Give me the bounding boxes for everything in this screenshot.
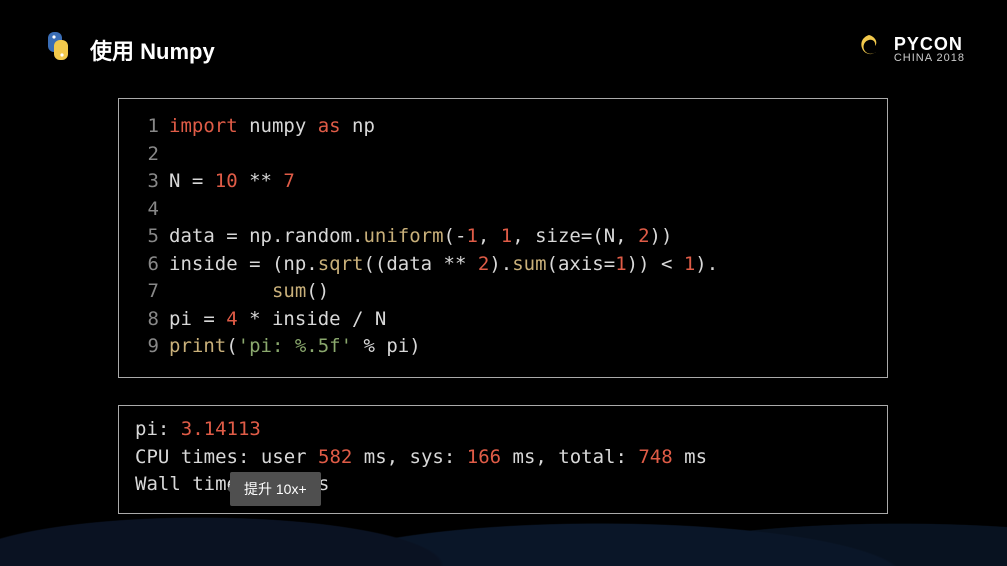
dragon-icon — [854, 32, 884, 67]
brand-sub: CHINA 2018 — [894, 53, 965, 64]
speedup-tooltip: 提升 10x+ — [230, 472, 321, 506]
brand-logo: PYCON CHINA 2018 — [854, 32, 965, 67]
slide-header: 使用 Numpy PYCON CHINA 2018 — [42, 30, 965, 69]
slide-title: 使用 Numpy — [90, 34, 215, 66]
code-line: 6inside = (np.sqrt((data ** 2).sum(axis=… — [137, 251, 869, 279]
python-icon — [42, 30, 76, 69]
code-line: 2 — [137, 141, 869, 169]
code-block: 1import numpy as np 2 3N = 10 ** 7 4 5da… — [118, 98, 888, 378]
code-line: 1import numpy as np — [137, 113, 869, 141]
code-line: 3N = 10 ** 7 — [137, 168, 869, 196]
code-line: 5data = np.random.uniform(-1, 1, size=(N… — [137, 223, 869, 251]
output-line: pi: 3.14113 — [135, 416, 871, 444]
output-line: CPU times: user 582 ms, sys: 166 ms, tot… — [135, 444, 871, 472]
code-line: 8pi = 4 * inside / N — [137, 306, 869, 334]
code-line: 9print('pi: %.5f' % pi) — [137, 333, 869, 361]
brand-name: PYCON — [894, 35, 965, 53]
code-line: 4 — [137, 196, 869, 224]
code-line: 7 sum() — [137, 278, 869, 306]
